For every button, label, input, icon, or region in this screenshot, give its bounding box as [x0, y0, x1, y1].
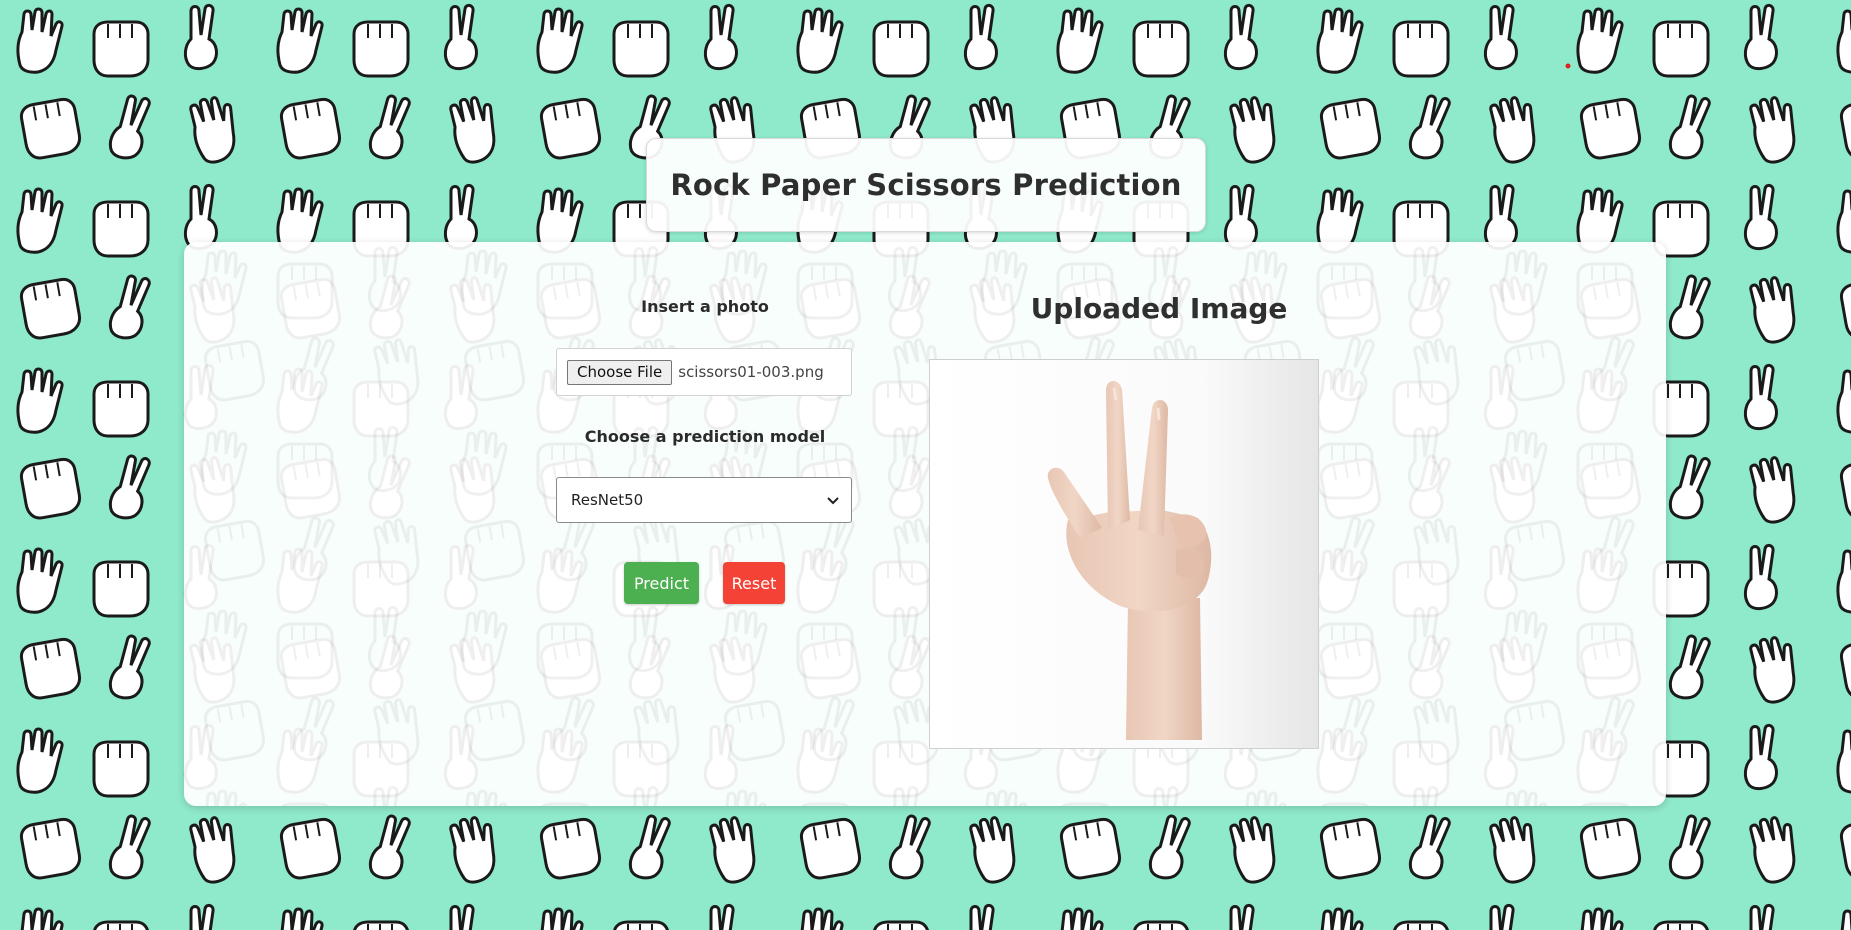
- insert-photo-label: Insert a photo: [641, 297, 769, 316]
- uploaded-image-title: Uploaded Image: [1030, 292, 1288, 325]
- choose-file-button[interactable]: Choose File: [567, 359, 673, 385]
- hand-scissors-photo: [930, 360, 1318, 748]
- uploaded-image-preview: [929, 359, 1319, 749]
- main-card: Insert a photo Choose File scissors01-00…: [184, 242, 1666, 806]
- chevron-down-icon: [827, 497, 839, 505]
- page-title: Rock Paper Scissors Prediction: [670, 168, 1182, 202]
- selected-file-name: scissors01-003.png: [678, 363, 824, 381]
- card-hand-pattern: [184, 242, 1666, 806]
- model-select-value: ResNet50: [571, 491, 644, 509]
- title-card: Rock Paper Scissors Prediction: [646, 138, 1206, 232]
- predict-button[interactable]: Predict: [624, 562, 699, 604]
- choose-model-label: Choose a prediction model: [584, 427, 826, 446]
- reset-button[interactable]: Reset: [723, 562, 785, 604]
- file-input[interactable]: Choose File scissors01-003.png: [556, 348, 852, 396]
- model-select[interactable]: ResNet50: [556, 477, 852, 523]
